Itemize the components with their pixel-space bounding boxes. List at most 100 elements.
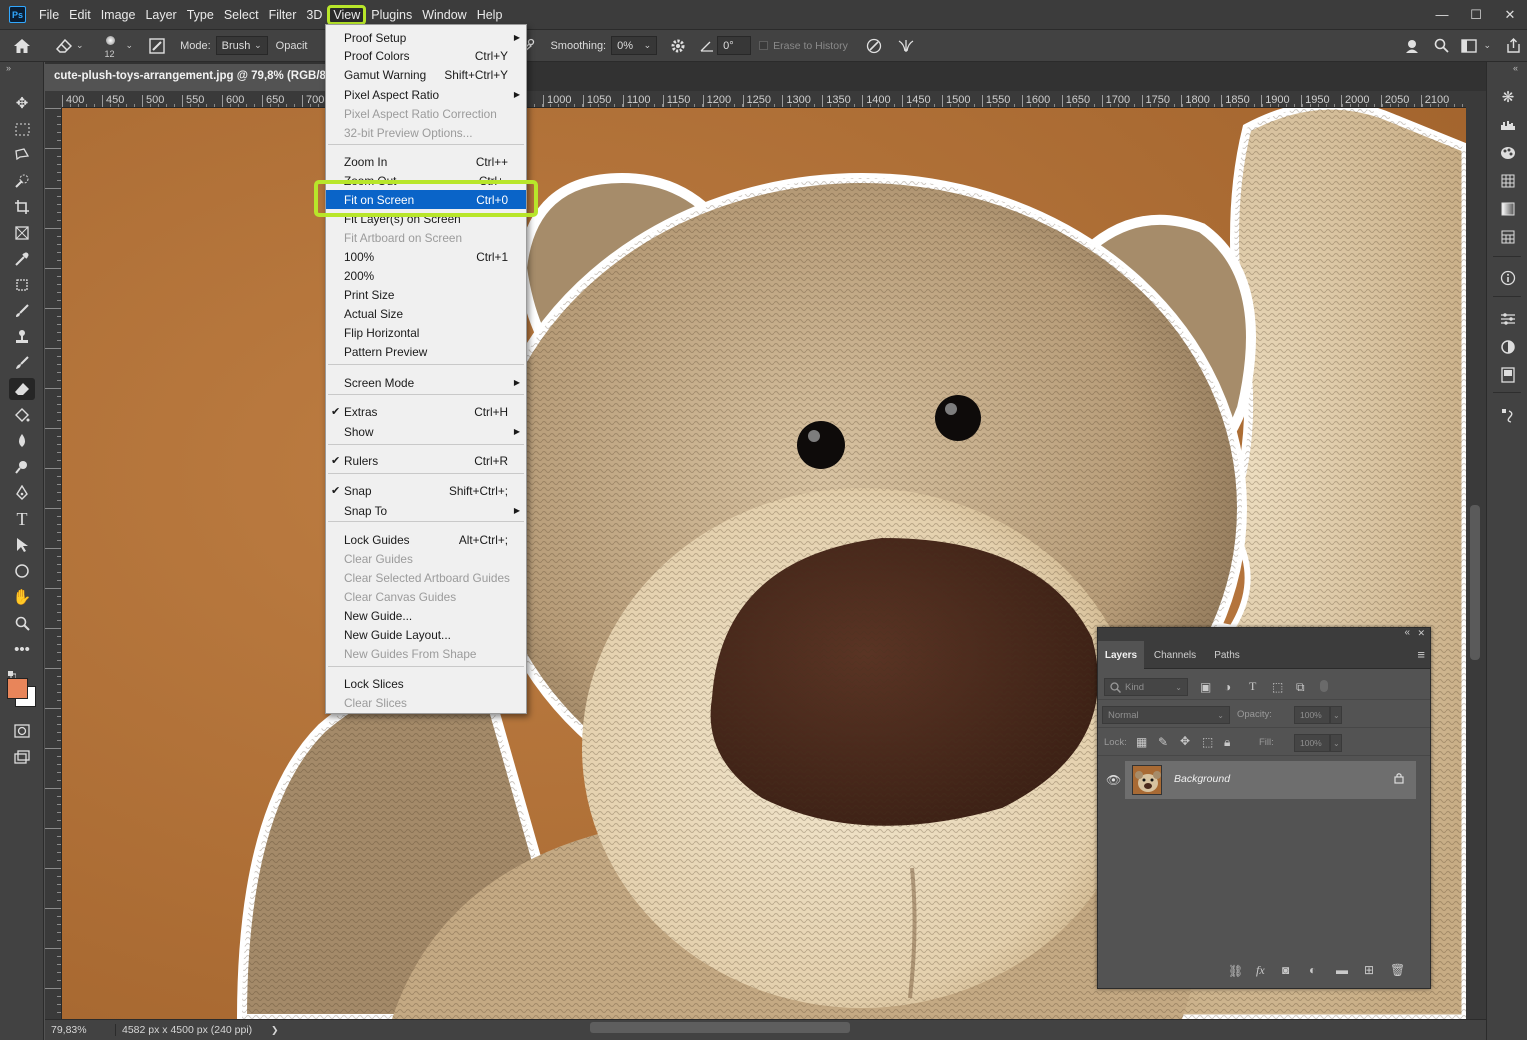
collapse-panel-icon[interactable]: « (1404, 627, 1410, 638)
layer-row-background[interactable]: Background (1125, 761, 1416, 799)
default-colors-icon[interactable] (8, 668, 17, 680)
history-brush-tool-icon[interactable] (9, 352, 35, 374)
horizontal-ruler[interactable]: 400 450 500 550 600 650 700 1000 1050 1100 1150 120… (62, 91, 1466, 108)
menu-item-pixel-aspect-ratio[interactable]: Pixel Aspect Ratio ▶ (326, 85, 526, 104)
minimize-button[interactable]: — (1425, 0, 1459, 29)
paint-bucket-tool-icon[interactable] (9, 404, 35, 426)
maximize-button[interactable]: ☐ (1459, 0, 1493, 29)
visibility-eye-icon[interactable]: 👁︎ (1106, 773, 1121, 787)
vertical-scroll-thumb[interactable] (1470, 505, 1480, 660)
fill-input[interactable]: 100% (1294, 734, 1330, 752)
more-tools-icon[interactable]: ••• (9, 638, 35, 660)
smoothing-input[interactable]: 0% ⌄ (611, 36, 658, 55)
new-layer-icon[interactable]: ⊞ (1364, 963, 1374, 977)
menu-item-clear-guides[interactable]: Clear Guides (326, 549, 526, 568)
close-panel-icon[interactable]: ✕ (1417, 628, 1425, 639)
patterns-icon[interactable] (1495, 170, 1521, 192)
lock-all-icon[interactable]: 🔒︎ (1224, 735, 1230, 750)
opacity-dropdown[interactable]: ⌄ (1330, 706, 1342, 724)
tab-layers[interactable]: Layers (1098, 641, 1144, 669)
menu-item-pattern-preview[interactable]: Pattern Preview (326, 342, 526, 361)
link-layers-icon[interactable]: ⛓︎ (1228, 964, 1243, 978)
close-button[interactable]: ✕ (1493, 0, 1527, 29)
brush-tool-icon[interactable] (9, 300, 35, 322)
collapse-icon[interactable]: « (1513, 63, 1518, 73)
menu-item-flip-horizontal[interactable]: Flip Horizontal (326, 323, 526, 342)
type-filter-icon[interactable]: T (1249, 679, 1256, 694)
menu-window[interactable]: Window (417, 6, 471, 24)
menu-type[interactable]: Type (182, 6, 219, 24)
symmetry-icon[interactable] (896, 38, 916, 54)
lock-image-icon[interactable]: ✎ (1158, 735, 1168, 749)
blend-mode-select[interactable]: Normal ⌄ (1102, 706, 1230, 724)
screen-mode-icon[interactable] (9, 746, 35, 768)
workspace-icon[interactable] (1455, 38, 1483, 53)
swatches-icon[interactable] (1495, 142, 1521, 164)
menu-item-32-bit-preview-options[interactable]: 32-bit Preview Options... (326, 123, 526, 142)
type-tool-icon[interactable]: T (9, 508, 35, 530)
fx-icon[interactable]: fx (1256, 963, 1265, 978)
menu-item-actual-size[interactable]: Actual Size (326, 304, 526, 323)
menu-item-extras[interactable]: ✔ Extras Ctrl+H (326, 402, 526, 421)
dodge-tool-icon[interactable] (9, 456, 35, 478)
menu-layer[interactable]: Layer (140, 6, 181, 24)
eraser-icon[interactable] (54, 38, 74, 53)
pixel-filter-icon[interactable]: ▣ (1200, 680, 1211, 694)
home-icon[interactable] (0, 38, 44, 54)
menu-item-200[interactable]: 200% (326, 266, 526, 285)
fill-dropdown[interactable]: ⌄ (1330, 734, 1342, 752)
healing-tool-icon[interactable] (9, 274, 35, 296)
brush-preset-picker[interactable]: 12 (98, 31, 126, 61)
share-icon[interactable] (1499, 38, 1527, 53)
learn-icon[interactable] (1495, 364, 1521, 386)
adjustment-filter-icon[interactable]: ◑ (1224, 680, 1231, 694)
menu-item-rulers[interactable]: ✔ Rulers Ctrl+R (326, 451, 526, 470)
menu-item-clear-canvas-guides[interactable]: Clear Canvas Guides (326, 587, 526, 606)
histogram-icon[interactable] (1495, 114, 1521, 136)
zoom-level[interactable]: 79,83% (51, 1024, 113, 1036)
lock-position-icon[interactable]: ✥ (1180, 734, 1190, 748)
pressure-size-icon[interactable] (864, 38, 884, 54)
menu-3d[interactable]: 3D (301, 6, 327, 24)
pen-tool-icon[interactable] (9, 482, 35, 504)
brush-settings-icon[interactable] (147, 37, 167, 54)
menu-edit[interactable]: Edit (64, 6, 96, 24)
menu-item-clear-selected-artboard-guides[interactable]: Clear Selected Artboard Guides (326, 568, 526, 587)
lasso-tool-icon[interactable] (9, 144, 35, 166)
menu-item-new-guide[interactable]: New Guide... (326, 606, 526, 625)
menu-item-gamut-warning[interactable]: Gamut Warning Shift+Ctrl+Y (326, 65, 526, 84)
lock-transparent-icon[interactable]: ▦ (1136, 735, 1147, 749)
mode-select[interactable]: Brush ⌄ (215, 36, 268, 55)
zoom-tool-icon[interactable] (9, 612, 35, 634)
chevron-down-icon[interactable]: ⌄ (126, 40, 134, 51)
menu-item-pixel-aspect-ratio-correction[interactable]: Pixel Aspect Ratio Correction (326, 104, 526, 123)
color-panel-icon[interactable]: ❋ (1495, 86, 1521, 108)
menu-view[interactable]: View (327, 4, 367, 25)
libraries-icon[interactable] (1495, 226, 1521, 248)
smart-object-filter-icon[interactable]: ⧉ (1296, 680, 1305, 695)
menu-item-lock-guides[interactable]: Lock Guides Alt+Ctrl+; (326, 530, 526, 549)
menu-item-snap-to[interactable]: Snap To ▶ (326, 501, 526, 520)
menu-file[interactable]: File (34, 6, 64, 24)
ellipse-tool-icon[interactable] (9, 560, 35, 582)
gear-icon[interactable] (667, 38, 689, 54)
eyedropper-tool-icon[interactable] (9, 248, 35, 270)
collapse-icon[interactable]: » (6, 63, 11, 73)
vertical-ruler[interactable] (45, 108, 62, 1019)
menu-item-clear-slices[interactable]: Clear Slices (326, 693, 526, 712)
filter-toggle[interactable] (1320, 680, 1328, 692)
kind-filter-select[interactable]: Kind ⌄ (1104, 678, 1188, 696)
menu-select[interactable]: Select (219, 6, 264, 24)
angle-input[interactable]: 0° (717, 36, 752, 55)
marquee-tool-icon[interactable] (9, 118, 35, 140)
menu-image[interactable]: Image (96, 6, 141, 24)
tab-paths[interactable]: Paths (1206, 641, 1248, 669)
quick-selection-tool-icon[interactable] (9, 170, 35, 192)
eraser-tool-icon[interactable] (9, 378, 35, 400)
menu-plugins[interactable]: Plugins (366, 6, 417, 24)
menu-item-100[interactable]: 100% Ctrl+1 (326, 247, 526, 266)
menu-item-fit-artboard-on-screen[interactable]: Fit Artboard on Screen (326, 228, 526, 247)
add-mask-icon[interactable]: ◙ (1282, 963, 1289, 977)
menu-item-lock-slices[interactable]: Lock Slices (326, 674, 526, 693)
menu-item-show[interactable]: Show ▶ (326, 422, 526, 441)
